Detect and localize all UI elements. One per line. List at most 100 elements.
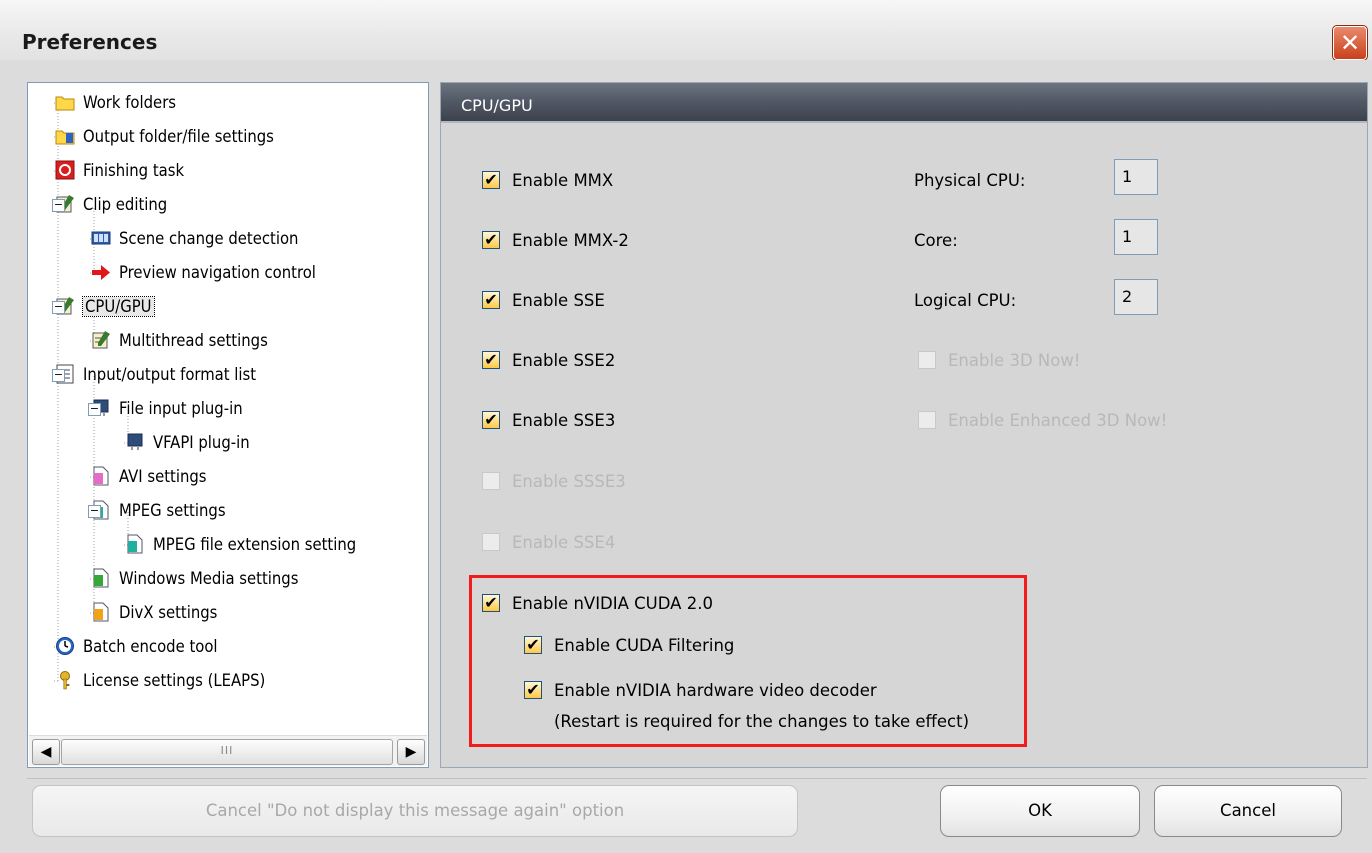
enable-mmx-label: Enable MMX: [512, 171, 614, 190]
tree-item-label: Windows Media settings: [119, 569, 299, 588]
tree-item-scene-change-detection[interactable]: Scene change detection: [91, 224, 298, 254]
cuda-filtering-label: Enable CUDA Filtering: [554, 636, 735, 655]
tree-item-label: Scene change detection: [119, 229, 299, 248]
enable-enhanced-3d-now-checkbox-row: Enable Enhanced 3D Now!: [918, 406, 1167, 436]
tree-expander-icon[interactable]: −: [52, 369, 65, 382]
physical-cpu-label: Physical CPU:: [914, 171, 1026, 190]
scroll-left-button[interactable]: ◀: [32, 739, 60, 765]
enable-sse3-label: Enable SSE3: [512, 411, 616, 430]
enable-sse3-checkbox-row[interactable]: ✔ Enable SSE3: [482, 406, 615, 436]
window-title: Preferences: [22, 30, 158, 54]
enable-3d-now-label: Enable 3D Now!: [948, 351, 1081, 370]
physical-cpu-value: 1: [1114, 159, 1158, 195]
enable-3d-now-checkbox: [918, 350, 936, 369]
tree-item-vfapi-plug-in[interactable]: VFAPI plug-in: [125, 428, 250, 458]
tree-expander-icon[interactable]: −: [88, 505, 101, 518]
enable-sse2-checkbox[interactable]: ✔: [482, 349, 500, 369]
checkmark-icon: ✔: [526, 634, 540, 654]
settings-tree: Work folders Output folder/file settings F…: [27, 82, 429, 768]
tree-item-file-input-plug-in[interactable]: File input plug-in: [91, 394, 243, 424]
cuda-decoder-checkbox[interactable]: ✔: [524, 680, 542, 699]
tree-item-label: Batch encode tool: [83, 637, 218, 656]
tree-item-batch-encode-tool[interactable]: Batch encode tool: [55, 632, 218, 662]
cuda-filtering-checkbox-row[interactable]: ✔ Enable CUDA Filtering: [524, 631, 734, 661]
enable-sse4-label: Enable SSE4: [512, 533, 616, 552]
tree-expander-icon[interactable]: −: [52, 199, 65, 212]
enable-sse-checkbox[interactable]: ✔: [482, 290, 500, 309]
checkmark-icon: ✔: [484, 229, 498, 249]
plugin-icon: [125, 432, 145, 452]
scroll-thumb[interactable]: III: [61, 739, 393, 765]
enable-mmx-2-checkbox-row[interactable]: ✔ Enable MMX-2: [482, 226, 629, 256]
tree-item-work-folders[interactable]: Work folders: [55, 88, 176, 118]
enable-sse-checkbox-row[interactable]: ✔ Enable SSE: [482, 286, 605, 316]
key-icon: [55, 670, 75, 690]
tree-item-label: AVI settings: [119, 467, 207, 486]
cancel-message-option-button[interactable]: Cancel "Do not display this message agai…: [32, 785, 798, 837]
avi-file-icon: [91, 466, 111, 486]
ok-button[interactable]: OK: [940, 785, 1140, 837]
red-arrow-icon: [91, 262, 111, 282]
core-label: Core:: [914, 231, 958, 250]
tree-item-label: DivX settings: [119, 603, 218, 622]
cuda-enable-checkbox[interactable]: ✔: [482, 592, 500, 612]
cuda-enable-checkbox-row[interactable]: ✔ Enable nVIDIA CUDA 2.0: [482, 589, 713, 619]
enable-sse-label: Enable SSE: [512, 291, 605, 310]
tree-item-finishing-task[interactable]: Finishing task: [55, 156, 184, 186]
enable-ssse3-label: Enable SSSE3: [512, 472, 626, 491]
tree-item-label: File input plug-in: [119, 399, 243, 418]
checkmark-icon: ✔: [484, 349, 498, 369]
tree-item-preview-navigation-control[interactable]: Preview navigation control: [91, 258, 316, 288]
enable-sse2-label: Enable SSE2: [512, 351, 616, 370]
tree-item-label: MPEG file extension setting: [153, 535, 357, 554]
tree-item-divx-settings[interactable]: DivX settings: [91, 598, 217, 628]
restart-note: (Restart is required for the changes to …: [554, 712, 970, 731]
tree-item-input-output-format-list[interactable]: Input/output format list: [55, 360, 256, 390]
tree-item-clip-editing[interactable]: Clip editing: [55, 190, 167, 220]
tree-item-label: Clip editing: [83, 195, 168, 214]
tree-item-multithread-settings[interactable]: Multithread settings: [91, 326, 268, 356]
cancel-button[interactable]: Cancel: [1154, 785, 1342, 837]
checkmark-icon: ✔: [484, 592, 498, 612]
enable-mmx-checkbox[interactable]: ✔: [482, 169, 500, 189]
close-button[interactable]: ✕: [1332, 25, 1368, 61]
panel-title: CPU/GPU: [441, 83, 1367, 123]
cuda-decoder-checkbox-row[interactable]: ✔ Enable nVIDIA hardware video decoder: [524, 676, 877, 706]
tree-expander-icon[interactable]: −: [52, 301, 65, 314]
cuda-filtering-checkbox[interactable]: ✔: [524, 634, 542, 654]
logical-cpu-label: Logical CPU:: [914, 291, 1017, 310]
checkmark-icon: ✔: [484, 169, 498, 189]
enable-mmx-2-checkbox[interactable]: ✔: [482, 229, 500, 249]
tree-item-label: Input/output format list: [83, 365, 257, 384]
tree-item-mpeg-file-extension-setting[interactable]: MPEG file extension setting: [125, 530, 356, 560]
enable-ssse3-checkbox-row: Enable SSSE3: [482, 467, 626, 497]
tree-item-label: Work folders: [83, 93, 177, 112]
output-folder-icon: [55, 126, 75, 146]
scroll-right-button[interactable]: ▶: [397, 739, 425, 765]
tree-item-label: License settings (LEAPS): [83, 671, 266, 690]
filmstrip-icon: [91, 228, 111, 248]
tree-item-output-folder-file-settings[interactable]: Output folder/file settings: [55, 122, 274, 152]
tree-item-label: CPU/GPU: [82, 296, 155, 317]
horizontal-scrollbar[interactable]: ◀ III ▶: [29, 735, 427, 766]
clock-icon: [55, 636, 75, 656]
enable-ssse3-checkbox: [482, 471, 500, 490]
tree-item-license-settings-leaps[interactable]: License settings (LEAPS): [55, 666, 265, 696]
tree-item-label: Multithread settings: [119, 331, 268, 350]
folder-icon: [55, 92, 75, 112]
wm-file-icon: [91, 568, 111, 588]
enable-mmx-2-label: Enable MMX-2: [512, 231, 629, 250]
enable-sse2-checkbox-row[interactable]: ✔ Enable SSE2: [482, 346, 615, 376]
tree-item-mpeg-settings[interactable]: MPEG settings: [91, 496, 226, 526]
enable-enhanced-3d-now-checkbox: [918, 410, 936, 429]
tree-item-label: Preview navigation control: [119, 263, 316, 282]
tree-item-label: Finishing task: [83, 161, 185, 180]
tree-expander-icon[interactable]: −: [88, 403, 101, 416]
tree-item-cpu-gpu[interactable]: CPU/GPU: [55, 292, 155, 322]
enable-sse3-checkbox[interactable]: ✔: [482, 410, 500, 429]
mpeg-file-icon: [125, 534, 145, 554]
enable-mmx-checkbox-row[interactable]: ✔ Enable MMX: [482, 166, 613, 196]
multithread-icon: [91, 330, 111, 350]
tree-item-windows-media-settings[interactable]: Windows Media settings: [91, 564, 298, 594]
tree-item-avi-settings[interactable]: AVI settings: [91, 462, 207, 492]
